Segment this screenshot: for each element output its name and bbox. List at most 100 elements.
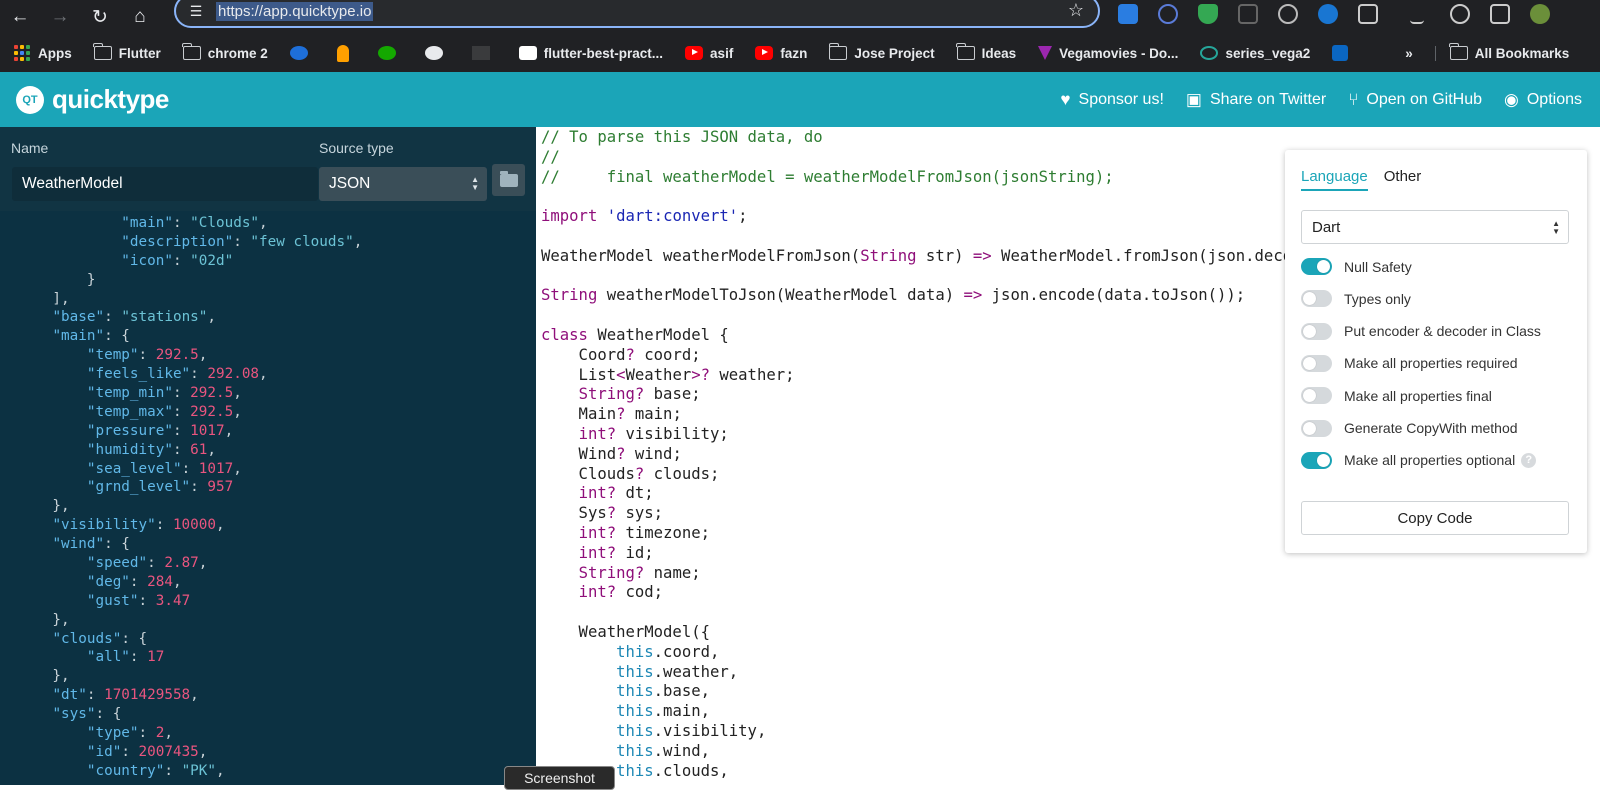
shield-extension-icon[interactable] — [1198, 4, 1218, 24]
bookmark-circle-4[interactable] — [289, 46, 315, 60]
options-tabs: Language Other — [1301, 168, 1437, 191]
bookmark-github[interactable] — [424, 46, 450, 60]
heart-icon: ♥ — [1060, 89, 1071, 109]
code-line: "sea_level": 1017, — [86, 460, 242, 477]
help-icon[interactable]: ? — [1521, 452, 1537, 468]
quicktype-logo[interactable]: QT quicktype — [16, 84, 169, 115]
bookmark-ideas[interactable]: Ideas — [956, 43, 1016, 61]
bookmark-asif[interactable]: asif — [685, 46, 733, 61]
option-row[interactable]: Types only — [1301, 290, 1411, 308]
profile-avatar[interactable] — [1530, 4, 1550, 24]
bookmark-upwork[interactable] — [377, 46, 403, 60]
search-extension-icon[interactable] — [1158, 4, 1178, 24]
lab-flask-icon[interactable] — [1410, 4, 1424, 24]
toggle-switch[interactable] — [1301, 354, 1332, 372]
option-row[interactable]: Make all properties optional? — [1301, 451, 1537, 469]
copy-code-button[interactable]: Copy Code — [1301, 501, 1569, 535]
option-row[interactable]: Generate CopyWith method — [1301, 419, 1518, 437]
code-line: "all": 17 — [86, 649, 165, 666]
toggle-knob — [1303, 356, 1316, 370]
bookmark-linkedin[interactable] — [1332, 45, 1355, 61]
code-line: "id": 2007435, — [86, 743, 208, 760]
toggle-switch[interactable] — [1301, 290, 1332, 308]
code-line: "deg": 284, — [86, 573, 182, 590]
toggle-switch[interactable] — [1301, 451, 1332, 469]
back-arrow-icon[interactable]: ← — [0, 0, 40, 34]
language-select[interactable]: Dart ▲ ▼ — [1301, 210, 1569, 244]
bookmarks-bar: Apps Flutter chrome 2 flutter-best-pract… — [0, 34, 1600, 72]
code-line: this.clouds, — [616, 761, 729, 780]
code-line: "humidity": 61, — [86, 441, 216, 458]
options-link[interactable]: ◉ Options — [1504, 90, 1582, 110]
bookmark-generic[interactable] — [471, 46, 497, 60]
glasses-extension-icon[interactable] — [1278, 4, 1298, 24]
document-extension-icon[interactable] — [1238, 4, 1258, 24]
youtube-icon — [755, 46, 774, 60]
code-line: } — [18, 271, 96, 288]
tab-other[interactable]: Other — [1384, 168, 1422, 191]
option-row[interactable]: Make all properties required — [1301, 354, 1518, 372]
more-bookmarks-button[interactable]: » — [1405, 46, 1413, 61]
toggle-knob — [1303, 421, 1316, 435]
option-row[interactable]: Null Safety — [1301, 258, 1412, 275]
toggle-switch[interactable] — [1301, 419, 1332, 437]
code-line: }, — [18, 611, 70, 628]
code-line: int? cod; — [578, 583, 664, 602]
forward-arrow-icon[interactable]: → — [40, 0, 80, 34]
code-line: "base": "stations", — [52, 309, 216, 326]
folder-icon — [1449, 43, 1468, 60]
code-line: "gust": 3.47 — [86, 592, 191, 609]
sponsor-link[interactable]: ♥ Sponsor us! — [1060, 90, 1163, 110]
bookmark-flutter-best-practices[interactable]: flutter-best-pract... — [518, 46, 663, 61]
linkedin-icon — [1332, 45, 1349, 61]
toggle-switch[interactable] — [1301, 322, 1332, 340]
code-line: "wind": { — [52, 536, 130, 553]
upwork-icon — [377, 46, 396, 60]
bookmark-fazn[interactable]: fazn — [755, 46, 807, 61]
home-icon[interactable]: ⌂ — [120, 0, 160, 34]
bookmark-firebase[interactable] — [336, 44, 356, 62]
code-line: this.weather, — [616, 662, 739, 681]
bookmark-chrome-2[interactable]: chrome 2 — [182, 43, 268, 61]
source-type-label: Source type — [319, 140, 394, 156]
bookmark-flutter[interactable]: Flutter — [93, 43, 161, 61]
code-line: this.coord, — [616, 642, 720, 661]
address-bar[interactable]: ☰ https://app.quicktype.io ☆ — [174, 0, 1100, 28]
code-line: "speed": 2.87, — [86, 555, 208, 572]
performance-icon[interactable] — [1450, 4, 1470, 24]
puzzle-extension-icon[interactable] — [1358, 4, 1378, 24]
bookmark-icon — [471, 46, 490, 60]
extension-icon[interactable] — [1118, 4, 1138, 24]
select-arrows-icon: ▲ ▼ — [1552, 219, 1560, 236]
firebase-icon — [336, 44, 349, 62]
tab-language[interactable]: Language — [1301, 168, 1368, 191]
all-bookmarks-button[interactable]: All Bookmarks — [1434, 43, 1569, 61]
name-input[interactable]: WeatherModel — [12, 167, 318, 201]
reload-icon[interactable]: ↻ — [80, 0, 120, 34]
toggle-switch[interactable] — [1301, 258, 1332, 275]
source-type-select[interactable]: JSON ▲ ▼ — [319, 167, 487, 201]
toggle-knob — [1303, 292, 1316, 306]
bookmark-star-icon[interactable]: ☆ — [1068, 0, 1084, 21]
edge-extension-icon[interactable] — [1318, 4, 1338, 24]
bookmark-jose-project[interactable]: Jose Project — [828, 43, 935, 61]
side-panel-icon[interactable] — [1490, 4, 1510, 24]
eye-icon: ◉ — [1504, 89, 1519, 109]
bookmark-apps[interactable]: Apps — [14, 45, 72, 61]
option-label: Make all properties required — [1344, 355, 1518, 372]
json-editor[interactable]: "main": "Clouds", "description": "few cl… — [0, 211, 536, 785]
github-link[interactable]: ⑂ Open on GitHub — [1348, 90, 1482, 110]
bookmark-series-vega2[interactable]: series_vega2 — [1200, 46, 1310, 61]
youtube-icon — [685, 46, 704, 60]
option-row[interactable]: Make all properties final — [1301, 387, 1492, 405]
url-text[interactable]: https://app.quicktype.io — [216, 1, 374, 21]
taurus-icon — [1200, 46, 1219, 60]
code-line: "description": "few clouds", — [121, 233, 363, 250]
toggle-switch[interactable] — [1301, 387, 1332, 405]
share-twitter-link[interactable]: ▣ Share on Twitter — [1186, 90, 1326, 110]
site-settings-icon[interactable]: ☰ — [176, 3, 216, 20]
option-label: Types only — [1344, 290, 1411, 307]
bookmark-vegamovies[interactable]: Vegamovies - Do... — [1038, 46, 1178, 61]
open-file-button[interactable] — [492, 164, 525, 196]
option-row[interactable]: Put encoder & decoder in Class — [1301, 322, 1541, 340]
